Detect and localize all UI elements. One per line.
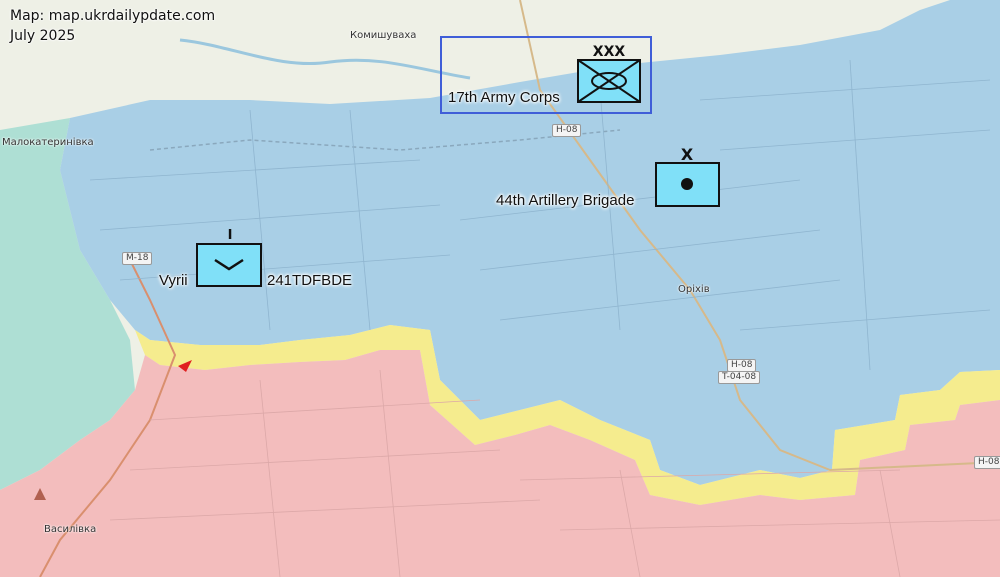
place-vasylivka: Василівка (44, 524, 97, 535)
map-date: July 2025 (10, 28, 76, 44)
road-shield-m18: M-18 (122, 252, 153, 265)
place-orikhiv: Оріхів (678, 284, 710, 295)
map-source-credit: Map: map.ukrdailypdate.com (10, 8, 216, 24)
map-view[interactable]: Map: map.ukrdailypdate.com July 2025 Ком… (0, 0, 1000, 577)
place-malokaterynivka: Малокатеринівка (2, 137, 94, 148)
corps-echelon-mark: XXX (593, 44, 626, 60)
tdf-unit-symbol-icon[interactable]: I (195, 225, 265, 289)
road-shield-t0408: T-04-08 (718, 371, 761, 384)
corps-unit-symbol-icon[interactable]: XXX (576, 42, 642, 106)
road-shield-h08-north: H-08 (552, 124, 582, 137)
unit-label-17th-army-corps: 17th Army Corps (448, 89, 560, 106)
unit-label-vyrii: Vyrii (159, 272, 188, 289)
artillery-unit-symbol-icon[interactable]: X (654, 144, 722, 210)
road-shield-h08-east: H-08 (974, 456, 1000, 469)
place-komyshuvakha: Комишуваха (350, 30, 417, 41)
unit-label-241tdfbde: 241TDFBDE (267, 272, 353, 289)
unit-label-44th-artillery-brigade: 44th Artillery Brigade (496, 192, 635, 209)
artillery-echelon-mark: X (681, 145, 694, 164)
tdf-echelon-mark: I (228, 228, 233, 243)
